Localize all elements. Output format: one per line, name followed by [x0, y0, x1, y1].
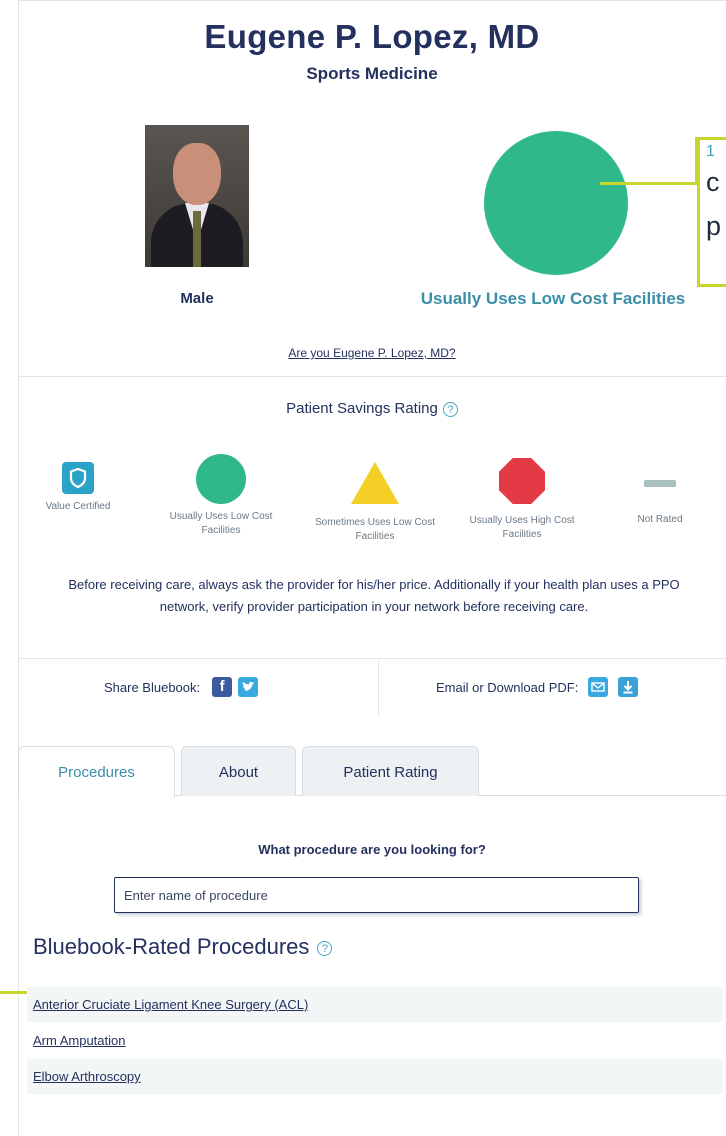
legend-high-cost: Usually Uses High Cost Facilities [452, 458, 592, 542]
photo-tie [193, 211, 201, 267]
patient-savings-rating-title: Patient Savings Rating [286, 400, 438, 417]
twitter-icon[interactable] [238, 677, 259, 697]
facebook-icon[interactable]: f [212, 677, 233, 697]
divider [18, 658, 726, 659]
callout-text: 1 c p [706, 144, 721, 248]
email-download-section: Email or Download PDF: [436, 677, 639, 697]
callout-line-1: 1 [706, 143, 715, 160]
procedure-link[interactable]: Arm Amputation [27, 1023, 723, 1058]
procedure-search-question: What procedure are you looking for? [258, 842, 486, 857]
legend-low-cost: Usually Uses Low Cost Facilities [156, 454, 286, 538]
legend-not-rated: Not Rated [622, 462, 698, 527]
share-divider [378, 660, 379, 716]
low-cost-rating-circle-icon [484, 131, 628, 275]
divider [18, 376, 726, 377]
price-disclaimer: Before receiving care, always ask the pr… [68, 577, 680, 614]
legend-label: Not Rated [637, 514, 683, 525]
procedure-link[interactable]: Elbow Arthroscopy [27, 1059, 723, 1094]
doctor-specialty: Sports Medicine [306, 64, 438, 83]
gray-dash-icon [644, 480, 676, 487]
legend-sometimes-low-cost: Sometimes Uses Low Cost Facilities [310, 462, 440, 544]
share-section: Share Bluebook: f [104, 677, 259, 697]
annotation-callout: 1 c p [697, 137, 726, 287]
red-octagon-icon [499, 458, 545, 504]
photo-face [173, 143, 221, 205]
help-icon[interactable]: ? [442, 401, 458, 417]
email-download-label: Email or Download PDF: [436, 679, 579, 695]
download-icon[interactable] [618, 677, 639, 697]
tab-patient-rating[interactable]: Patient Rating [302, 746, 479, 796]
rated-procedures-heading: Bluebook-Rated Procedures? [33, 934, 333, 960]
procedure-link[interactable]: Anterior Cruciate Ligament Knee Surgery … [27, 987, 723, 1022]
legend-label: Usually Uses High Cost Facilities [469, 515, 575, 540]
doctor-name: Eugene P. Lopez, MD [204, 18, 540, 55]
help-icon[interactable]: ? [317, 940, 333, 956]
tab-about[interactable]: About [181, 746, 296, 796]
legend-value-certified: Value Certified [36, 462, 120, 514]
gender-label: Male [180, 290, 214, 307]
doctor-photo [145, 125, 249, 267]
patient-savings-rating-heading: Patient Savings Rating? [18, 400, 726, 417]
callout-line-2: c [706, 167, 720, 197]
share-label: Share Bluebook: [104, 679, 201, 695]
claim-profile-link[interactable]: Are you Eugene P. Lopez, MD? [18, 346, 726, 360]
legend-label: Usually Uses Low Cost Facilities [169, 511, 273, 536]
procedure-search-input[interactable] [114, 877, 639, 913]
rated-procedures-title: Bluebook-Rated Procedures [33, 934, 310, 959]
content-border-left [18, 0, 19, 1136]
shield-icon [62, 462, 94, 494]
callout-connector-horizontal [600, 182, 696, 185]
rating-label: Usually Uses Low Cost Facilities [420, 289, 686, 308]
callout-line-3: p [706, 211, 722, 241]
green-circle-icon [196, 454, 246, 504]
content-border-top [18, 0, 726, 1]
email-icon[interactable] [588, 677, 609, 697]
tab-procedures[interactable]: Procedures [18, 746, 175, 797]
yellow-triangle-icon [351, 462, 399, 504]
legend-label: Sometimes Uses Low Cost Facilities [314, 517, 436, 542]
legend-label: Value Certified [45, 501, 111, 512]
